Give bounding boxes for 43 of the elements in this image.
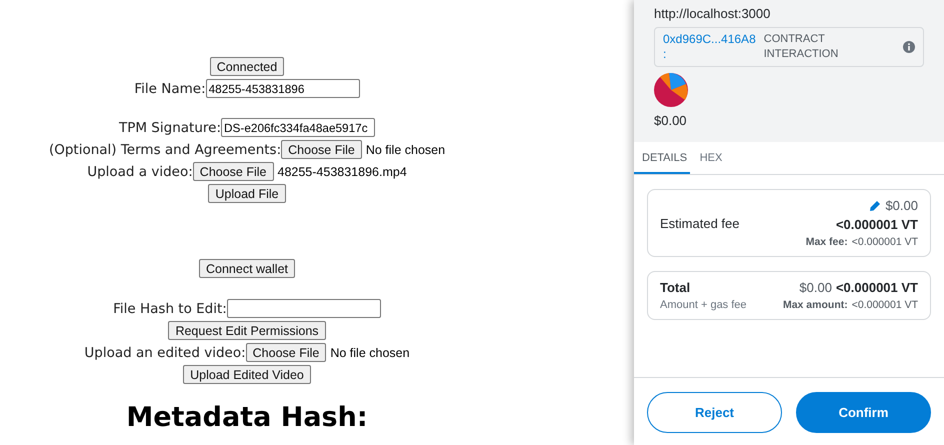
edit-icon — [869, 200, 882, 212]
field-label: File Hash to Edit: — [113, 300, 227, 316]
amount: $0.00 — [654, 113, 688, 128]
text-field[interactable]: 48255-453831896 — [206, 79, 360, 98]
tab[interactable]: HEX — [690, 142, 732, 174]
field-label: TPM Signature: — [118, 120, 221, 136]
field-label: Upload a video: — [87, 164, 193, 180]
choose-file-button[interactable]: Choose File — [281, 140, 362, 159]
fee-label: Estimated fee — [660, 216, 740, 230]
file-name: No file chosen — [366, 142, 446, 156]
text-field[interactable] — [226, 299, 381, 318]
fee-crypto: <0.000001 VT — [836, 217, 918, 232]
form-button[interactable]: Upload Edited Video — [183, 365, 311, 384]
info-icon — [903, 41, 915, 53]
file-name: No file chosen — [330, 346, 410, 360]
total-crypto: <0.000001 VT — [836, 280, 918, 295]
origin-url: http://localhost:3000 — [654, 6, 772, 21]
max-amount-value: <0.000001 VT — [852, 299, 918, 311]
form-button[interactable]: Request Edit Permissions — [168, 321, 326, 340]
total-label: Total — [660, 280, 690, 295]
reject-button[interactable]: Reject — [647, 392, 782, 433]
interaction-type: CONTRACT INTERACTION — [764, 32, 840, 62]
form-button[interactable]: Connect wallet — [199, 259, 295, 278]
file-name: 48255-453831896.mp4 — [278, 164, 407, 178]
choose-file-button[interactable]: Choose File — [246, 343, 326, 362]
contract-address[interactable]: 0xd969C...416A8 : — [663, 32, 756, 62]
section-heading: Metadata Hash: — [126, 402, 368, 433]
text-field[interactable]: DS-e206fc334fa48ae5917c — [221, 118, 375, 137]
form-button[interactable]: Connected — [210, 57, 284, 76]
choose-file-button[interactable]: Choose File — [192, 162, 274, 181]
form-button[interactable]: Upload File — [208, 184, 286, 203]
total-fiat: $0.00 — [799, 280, 832, 295]
confirm-button[interactable]: Confirm — [796, 392, 931, 433]
tab[interactable]: DETAILS — [634, 142, 690, 174]
fee-fiat: $0.00 — [885, 198, 918, 213]
field-label: Upload an edited video: — [84, 344, 246, 360]
max-fee-value: <0.000001 VT — [852, 236, 918, 248]
max-fee-label: Max fee: — [806, 236, 848, 248]
field-label: File Name: — [134, 80, 206, 96]
token-pie-icon — [654, 73, 688, 107]
max-amount-label: Max amount: — [782, 299, 848, 311]
total-sublabel: Amount + gas fee — [660, 299, 747, 311]
field-label: (Optional) Terms and Agreements: — [48, 142, 282, 158]
